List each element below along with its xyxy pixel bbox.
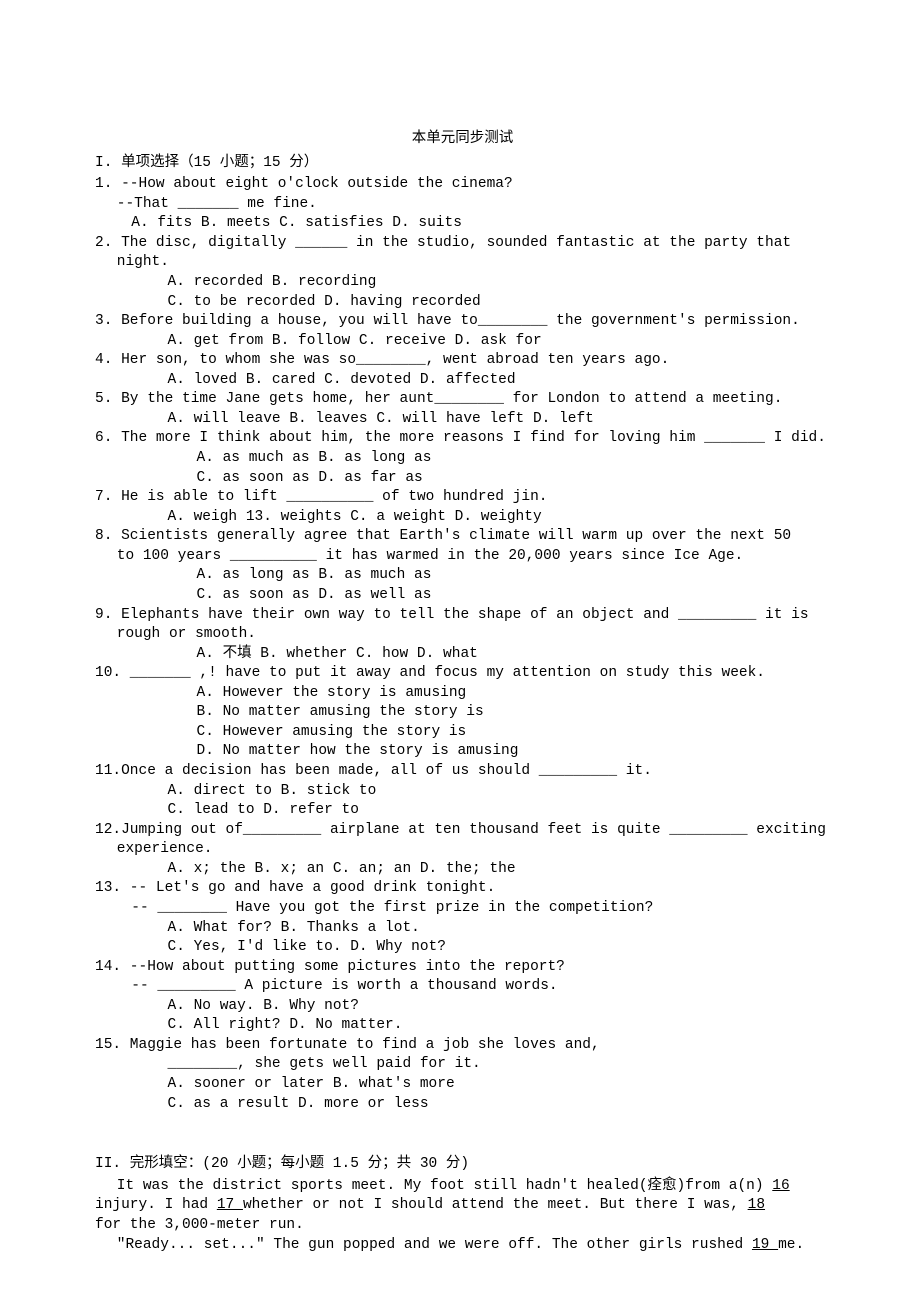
question-13: 13. -- Let's go and have a good drink to… <box>95 879 830 957</box>
q4-options: A. loved B. cared C. devoted D. affected <box>95 371 830 391</box>
page-title: 本单元同步测试 <box>95 130 830 150</box>
q10-option-d: D. No matter how the story is amusing <box>95 742 830 762</box>
question-5: 5. By the time Jane gets home, her aunt_… <box>95 390 830 429</box>
section-2-header: II. 完形填空：(20 小题；每小题 1.5 分；共 30 分) <box>95 1155 830 1175</box>
q11-options-a: A. direct to B. stick to <box>95 782 830 802</box>
q8-stem-2: to 100 years __________ it has warmed in… <box>95 547 830 567</box>
question-11: 11.Once a decision has been made, all of… <box>95 762 830 821</box>
q7-stem: 7. He is able to lift __________ of two … <box>95 488 830 508</box>
q13-stem-2: -- ________ Have you got the first prize… <box>95 899 830 919</box>
exam-page: 本单元同步测试 I. 单项选择（15 小题；15 分） 1. --How abo… <box>0 0 920 1295</box>
q9-options: A. 不填 B. whether C. how D. what <box>95 645 830 665</box>
question-15: 15. Maggie has been fortunate to find a … <box>95 1036 830 1114</box>
question-1: 1. --How about eight o'clock outside the… <box>95 175 830 234</box>
cloze-paragraph-1b: injury. I had 17 whether or not I should… <box>95 1196 830 1216</box>
q13-options-b: C. Yes, I'd like to. D. Why not? <box>95 938 830 958</box>
q10-option-b: B. No matter amusing the story is <box>95 703 830 723</box>
q14-options-a: A. No way. B. Why not? <box>95 997 830 1017</box>
q1-stem-2: --That _______ me fine. <box>95 195 830 215</box>
blank-17: 17 <box>217 1197 243 1213</box>
p1-text-d: for the 3,000-meter run. <box>95 1217 304 1233</box>
q12-options: A. x; the B. x; an C. an; an D. the; the <box>95 860 830 880</box>
q11-stem: 11.Once a decision has been made, all of… <box>95 762 830 782</box>
q14-stem-2: -- _________ A picture is worth a thousa… <box>95 977 830 997</box>
q6-options-b: C. as soon as D. as far as <box>95 469 830 489</box>
q9-stem-1: 9. Elephants have their own way to tell … <box>95 606 830 626</box>
question-10: 10. _______ ,! have to put it away and f… <box>95 664 830 762</box>
question-8: 8. Scientists generally agree that Earth… <box>95 527 830 605</box>
q3-stem: 3. Before building a house, you will hav… <box>95 312 830 332</box>
q1-options: A. fits B. meets C. satisfies D. suits <box>95 214 830 234</box>
p2-text-a: "Ready... set..." The gun popped and we … <box>117 1237 752 1253</box>
q2-options-a: A. recorded B. recording <box>95 273 830 293</box>
section-1-header: I. 单项选择（15 小题；15 分） <box>95 154 830 174</box>
q4-stem: 4. Her son, to whom she was so________, … <box>95 351 830 371</box>
q15-options-b: C. as a result D. more or less <box>95 1095 830 1115</box>
p2-text-b: me. <box>778 1237 804 1253</box>
q6-stem: 6. The more I think about him, the more … <box>95 429 830 449</box>
q13-stem-1: 13. -- Let's go and have a good drink to… <box>95 879 830 899</box>
q10-stem: 10. _______ ,! have to put it away and f… <box>95 664 830 684</box>
q5-stem: 5. By the time Jane gets home, her aunt_… <box>95 390 830 410</box>
q6-options-a: A. as much as B. as long as <box>95 449 830 469</box>
q14-options-b: C. All right? D. No matter. <box>95 1016 830 1036</box>
p1-text-a: It was the district sports meet. My foot… <box>117 1178 773 1194</box>
q15-stem-2: ________, she gets well paid for it. <box>95 1055 830 1075</box>
question-7: 7. He is able to lift __________ of two … <box>95 488 830 527</box>
q7-options: A. weigh 13. weights C. a weight D. weig… <box>95 508 830 528</box>
q2-options-b: C. to be recorded D. having recorded <box>95 293 830 313</box>
q14-stem-1: 14. --How about putting some pictures in… <box>95 958 830 978</box>
q12-stem-1: 12.Jumping out of_________ airplane at t… <box>95 821 830 841</box>
blank-18: 18 <box>748 1197 765 1213</box>
q2-stem-1: 2. The disc, digitally ______ in the stu… <box>95 234 830 254</box>
q1-stem-1: 1. --How about eight o'clock outside the… <box>95 175 830 195</box>
q15-stem-1: 15. Maggie has been fortunate to find a … <box>95 1036 830 1056</box>
q12-stem-2: experience. <box>95 840 830 860</box>
q8-options-a: A. as long as B. as much as <box>95 566 830 586</box>
q5-options: A. will leave B. leaves C. will have lef… <box>95 410 830 430</box>
cloze-paragraph-1c: for the 3,000-meter run. <box>95 1216 830 1236</box>
question-12: 12.Jumping out of_________ airplane at t… <box>95 821 830 880</box>
p1-text-b: injury. I had <box>95 1197 217 1213</box>
q2-stem-2: night. <box>95 253 830 273</box>
question-3: 3. Before building a house, you will hav… <box>95 312 830 351</box>
q10-option-c: C. However amusing the story is <box>95 723 830 743</box>
question-14: 14. --How about putting some pictures in… <box>95 958 830 1036</box>
question-9: 9. Elephants have their own way to tell … <box>95 606 830 665</box>
blank-19: 19 <box>752 1237 778 1253</box>
p1-text-c: whether or not I should attend the meet.… <box>243 1197 748 1213</box>
q9-stem-2: rough or smooth. <box>95 625 830 645</box>
question-6: 6. The more I think about him, the more … <box>95 429 830 488</box>
q10-option-a: A. However the story is amusing <box>95 684 830 704</box>
q8-options-b: C. as soon as D. as well as <box>95 586 830 606</box>
question-4: 4. Her son, to whom she was so________, … <box>95 351 830 390</box>
blank-16: 16 <box>772 1178 789 1194</box>
q15-options-a: A. sooner or later B. what's more <box>95 1075 830 1095</box>
q3-options: A. get from B. follow C. receive D. ask … <box>95 332 830 352</box>
question-2: 2. The disc, digitally ______ in the stu… <box>95 234 830 312</box>
cloze-paragraph-2: "Ready... set..." The gun popped and we … <box>95 1236 830 1256</box>
q13-options-a: A. What for? B. Thanks a lot. <box>95 919 830 939</box>
q8-stem-1: 8. Scientists generally agree that Earth… <box>95 527 830 547</box>
q11-options-b: C. lead to D. refer to <box>95 801 830 821</box>
cloze-paragraph-1: It was the district sports meet. My foot… <box>95 1177 830 1197</box>
